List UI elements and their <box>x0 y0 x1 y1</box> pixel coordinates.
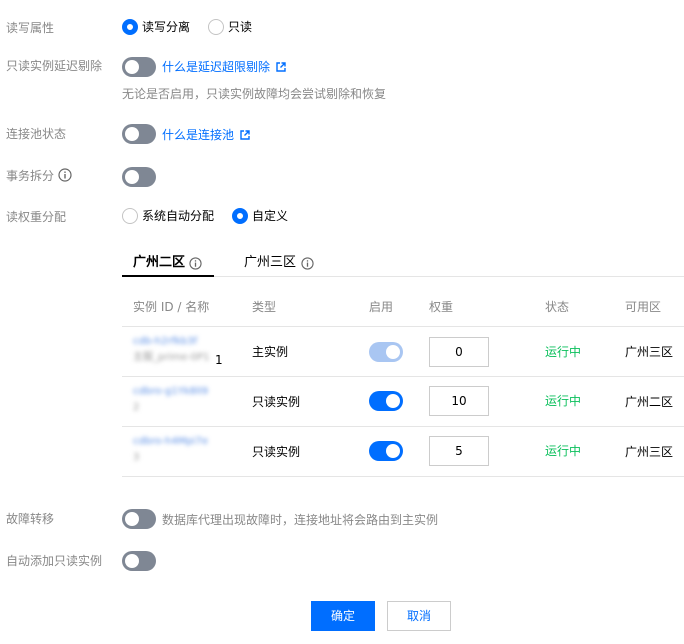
confirm-button[interactable]: 确定 <box>311 601 375 631</box>
info-circle-icon <box>301 257 314 270</box>
instance-id[interactable]: cdb-h2rfkb3f <box>133 336 197 348</box>
radio-readonly-label[interactable]: 只读 <box>228 19 252 35</box>
instance-type: 只读实例 <box>252 395 301 409</box>
instance-id[interactable]: cdbro-h4Mpi7e <box>133 436 208 448</box>
external-link-icon[interactable] <box>240 130 250 140</box>
th-zone: 可用区 <box>625 300 662 314</box>
ro-delay-label: 只读实例延迟剔除 <box>6 59 103 73</box>
th-status: 状态 <box>545 300 570 314</box>
instance-type: 主实例 <box>252 345 289 359</box>
instance-name: 主服_prime-0P1 <box>133 352 210 363</box>
status-text: 运行中 <box>545 394 582 408</box>
table-row-divider <box>122 376 684 377</box>
tab-guangzhou-2[interactable]: 广州二区 <box>133 254 185 272</box>
enable-toggle[interactable] <box>369 391 403 411</box>
status-text: 运行中 <box>545 444 582 458</box>
zone-text: 广州二区 <box>625 395 674 409</box>
auto-add-ro-toggle[interactable] <box>122 551 156 571</box>
radio-readonly[interactable] <box>208 19 224 35</box>
auto-add-ro-label: 自动添加只读实例 <box>6 554 103 568</box>
instance-id[interactable]: cdbro-g1Yk8lI9 <box>133 386 208 398</box>
cancel-button[interactable]: 取消 <box>387 601 451 631</box>
pool-help-link[interactable]: 什么是连接池 <box>162 127 234 143</box>
pool-toggle[interactable] <box>122 124 156 144</box>
failover-hint: 数据库代理出现故障时，连接地址将会路由到主实例 <box>162 513 439 527</box>
radio-auto-weight-label[interactable]: 系统自动分配 <box>142 208 214 224</box>
th-weight: 权重 <box>429 300 454 314</box>
ro-delay-toggle[interactable] <box>122 57 156 77</box>
instance-name: 3 <box>133 452 140 463</box>
th-instance: 实例 ID / 名称 <box>133 300 210 314</box>
table-bottom-divider <box>122 476 684 477</box>
radio-custom-weight[interactable] <box>232 208 248 224</box>
info-circle-icon[interactable] <box>58 168 72 182</box>
radio-custom-weight-label[interactable]: 自定义 <box>252 208 288 224</box>
txn-split-label: 事务拆分 <box>6 169 55 183</box>
instance-type: 只读实例 <box>252 445 301 459</box>
zone-text: 广州三区 <box>625 345 674 359</box>
failover-toggle[interactable] <box>122 509 156 529</box>
instance-name-suffix: 1 <box>215 353 223 367</box>
weight-input[interactable]: 10 <box>429 386 489 416</box>
info-circle-icon <box>189 257 202 270</box>
enable-toggle <box>369 342 403 362</box>
rw-attr-label: 读写属性 <box>6 21 55 35</box>
weight-input[interactable]: 5 <box>429 436 489 466</box>
ro-delay-help-link[interactable]: 什么是延迟超限剔除 <box>162 59 270 75</box>
weight-alloc-label: 读权重分配 <box>6 210 67 224</box>
radio-rw-split[interactable] <box>122 19 138 35</box>
th-enabled: 启用 <box>369 300 394 314</box>
txn-split-toggle[interactable] <box>122 167 156 187</box>
ro-delay-hint: 无论是否启用，只读实例故障均会尝试剔除和恢复 <box>122 87 387 101</box>
tab-guangzhou-3[interactable]: 广州三区 <box>244 254 296 272</box>
enable-toggle[interactable] <box>369 441 403 461</box>
table-row-divider <box>122 426 684 427</box>
failover-label: 故障转移 <box>6 512 55 526</box>
th-type: 类型 <box>252 300 277 314</box>
radio-auto-weight[interactable] <box>122 208 138 224</box>
zone-text: 广州三区 <box>625 445 674 459</box>
radio-rw-split-label[interactable]: 读写分离 <box>142 19 190 35</box>
table-header-divider <box>122 326 684 327</box>
pool-label: 连接池状态 <box>6 127 67 141</box>
instance-name: 2 <box>133 402 140 413</box>
external-link-icon[interactable] <box>276 62 286 72</box>
tab-active-indicator <box>122 275 214 277</box>
status-text: 运行中 <box>545 345 582 359</box>
weight-input[interactable]: 0 <box>429 337 489 367</box>
